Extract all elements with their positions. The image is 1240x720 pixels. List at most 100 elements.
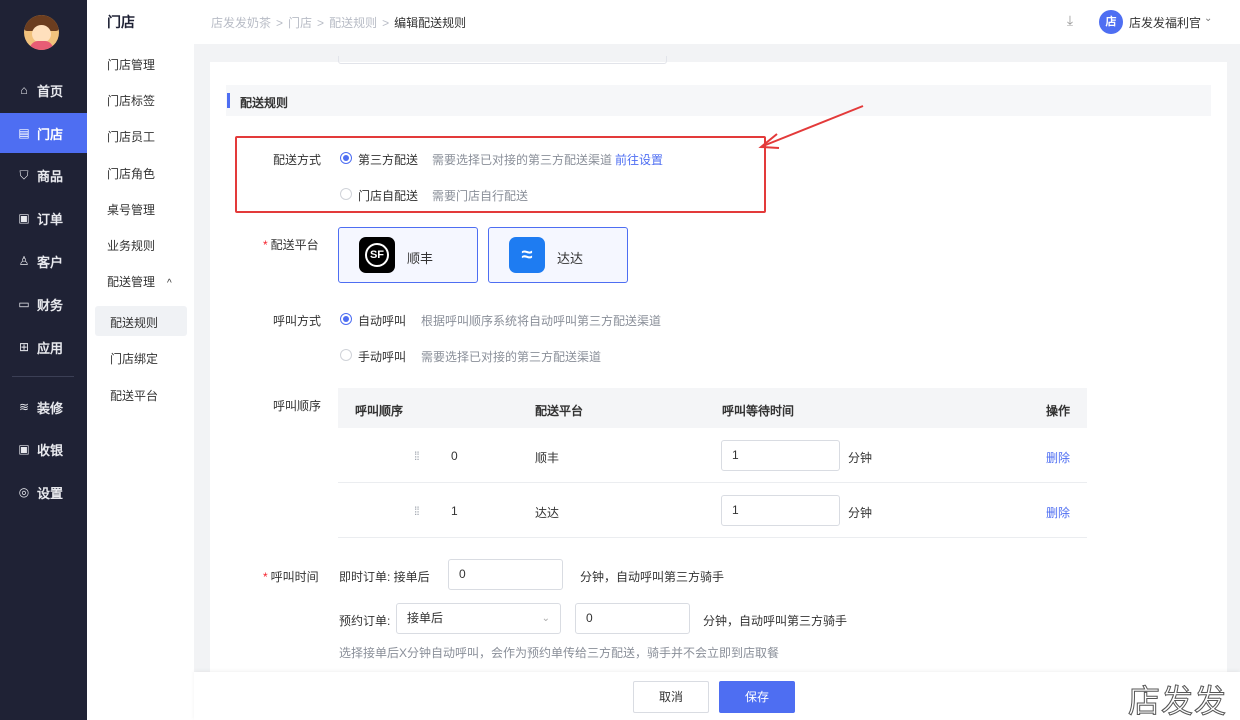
annotation-arrow (758, 105, 864, 149)
submenu-item-store-roles[interactable]: 门店角色 (107, 165, 155, 182)
rule-edit-card: 配送规则 配送方式 第三方配送 需要选择已对接的第三方配送渠道 前往设置 门店自配… (210, 56, 1227, 720)
submenu-item-table-numbers[interactable]: 桌号管理 (107, 201, 155, 218)
store-icon: ▤ (18, 126, 30, 140)
unit-label: 分钟 (848, 451, 873, 465)
call-order-label: 呼叫顺序 (273, 399, 322, 413)
unit-label: 分钟 (848, 506, 873, 520)
form-footer: 取消 保存 (194, 672, 1240, 720)
breadcrumb-item[interactable]: 门店 (288, 16, 312, 30)
user-avatar[interactable]: 店 (1099, 10, 1123, 34)
dada-logo-icon: ≈ (509, 237, 545, 273)
row-order: 1 (451, 504, 458, 518)
col-platform: 配送平台 (535, 404, 584, 418)
radio-manual-call[interactable] (340, 349, 352, 361)
instant-minutes-input[interactable]: 0 (448, 559, 563, 590)
bag-icon: ⛉ (19, 167, 29, 182)
download-icon[interactable]: ⤓ (1061, 12, 1079, 30)
order-icon: ▣ (18, 211, 30, 225)
submenu-item-store-binding[interactable]: 门店绑定 (110, 350, 158, 367)
platform-card-sf[interactable]: SF 顺丰 (338, 227, 478, 283)
cashier-icon: ▣ (18, 442, 30, 456)
section-title: 配送规则 (240, 96, 289, 110)
submenu-item-business-rules[interactable]: 业务规则 (107, 237, 155, 254)
store-submenu: 门店 门店管理 门店标签 门店员工 门店角色 桌号管理 业务规则 配送管理 ^ 配… (87, 0, 194, 720)
sidebar-item-store[interactable]: ▤ 门店 (0, 113, 87, 153)
sidebar-item-settings[interactable]: ◎ 设置 (0, 472, 87, 512)
chevron-down-icon: ⌄ (541, 613, 550, 624)
radio-auto-call-label[interactable]: 自动呼叫 (358, 312, 406, 329)
reserve-order-prefix: 预约订单: (339, 614, 391, 628)
submenu-title: 门店 (107, 14, 135, 30)
cancel-button[interactable]: 取消 (633, 681, 709, 713)
breadcrumb-item[interactable]: 店发发奶茶 (211, 16, 271, 30)
reserve-mode-select[interactable]: 接单后 ⌄ (396, 603, 561, 634)
platform-name-dada: 达达 (557, 251, 584, 266)
delete-button[interactable]: 删除 (1046, 504, 1070, 521)
auto-call-hint: 根据呼叫顺序系统将自动呼叫第三方配送渠道 (421, 314, 662, 328)
table-header: 呼叫顺序 配送平台 呼叫等待时间 操作 (338, 388, 1087, 428)
main-sidebar: ⌂ 首页 ▤ 门店 ⛉ 商品 ▣ 订单 ♙ 客户 ▭ 财务 ⊞ 应用 ≋ 装修 … (0, 0, 87, 720)
col-action: 操作 (1046, 404, 1071, 418)
submenu-group-delivery[interactable]: 配送管理 ^ (107, 273, 172, 290)
sidebar-divider (12, 376, 74, 377)
sf-logo-icon: SF (359, 237, 395, 273)
sidebar-item-decoration[interactable]: ≋ 装修 (0, 387, 87, 427)
sidebar-item-finance[interactable]: ▭ 财务 (0, 284, 87, 324)
manual-call-hint: 需要选择已对接的第三方配送渠道 (421, 350, 602, 364)
apps-icon: ⊞ (18, 340, 30, 354)
breadcrumb: 店发发奶茶 > 门店 > 配送规则 > 编辑配送规则 (211, 16, 467, 30)
sidebar-item-orders[interactable]: ▣ 订单 (0, 198, 87, 238)
reserve-minutes-input[interactable]: 0 (575, 603, 690, 634)
submenu-item-store-tags[interactable]: 门店标签 (107, 92, 155, 109)
sidebar-item-goods[interactable]: ⛉ 商品 (0, 155, 87, 195)
top-bar: 店发发奶茶 > 门店 > 配送规则 > 编辑配送规则 ⤓ 店 店发发福利官 ⌄ (194, 0, 1240, 44)
breadcrumb-current: 编辑配送规则 (394, 16, 467, 30)
scrolled-input-edge (338, 56, 667, 64)
platform-name-sf: 顺丰 (407, 251, 434, 266)
table-row: ⁞⁞ 1 达达 1 分钟 删除 (338, 483, 1087, 538)
watermark: 店发发 (1127, 682, 1228, 720)
col-wait: 呼叫等待时间 (722, 404, 795, 418)
chevron-up-icon: ^ (167, 278, 172, 289)
avatar[interactable] (24, 15, 59, 50)
submenu-item-delivery-platform[interactable]: 配送平台 (110, 387, 158, 404)
sidebar-item-apps[interactable]: ⊞ 应用 (0, 327, 87, 367)
call-time-label: * 呼叫时间 (263, 570, 319, 584)
sidebar-item-customers[interactable]: ♙ 客户 (0, 241, 87, 281)
save-button[interactable]: 保存 (719, 681, 795, 713)
radio-manual-call-label[interactable]: 手动呼叫 (358, 348, 406, 365)
sidebar-item-cashier[interactable]: ▣ 收银 (0, 429, 87, 469)
call-time-note: 选择接单后X分钟自动呼叫，会作为预约单传给三方配送，骑手并不会立即到店取餐 (339, 646, 780, 660)
radio-auto-call[interactable] (340, 313, 352, 325)
user-name[interactable]: 店发发福利官 (1129, 14, 1201, 31)
wallet-icon: ▭ (18, 297, 30, 311)
sidebar-item-home[interactable]: ⌂ 首页 (0, 70, 87, 110)
section-accent-bar (227, 93, 230, 108)
reserve-order-suffix: 分钟，自动呼叫第三方骑手 (703, 614, 848, 628)
layers-icon: ≋ (18, 400, 30, 414)
section-header: 配送规则 (226, 85, 1211, 116)
home-icon: ⌂ (20, 83, 28, 97)
drag-handle-icon[interactable]: ⁞⁞ (414, 504, 420, 518)
annotation-highlight-box (235, 136, 766, 213)
col-order: 呼叫顺序 (355, 404, 404, 418)
breadcrumb-item[interactable]: 配送规则 (329, 16, 377, 30)
platform-card-dada[interactable]: ≈ 达达 (488, 227, 628, 283)
drag-handle-icon[interactable]: ⁞⁞ (414, 449, 420, 463)
platform-label: * 配送平台 (263, 238, 319, 252)
user-icon: ♙ (18, 254, 30, 268)
instant-order-prefix: 即时订单: 接单后 (339, 570, 430, 584)
wait-time-input[interactable]: 1 (721, 495, 840, 526)
row-platform: 达达 (535, 506, 560, 520)
table-row: ⁞⁞ 0 顺丰 1 分钟 删除 (338, 428, 1087, 483)
submenu-item-store-staff[interactable]: 门店员工 (107, 128, 155, 145)
wait-time-input[interactable]: 1 (721, 440, 840, 471)
chevron-down-icon[interactable]: ⌄ (1204, 13, 1212, 24)
delete-button[interactable]: 删除 (1046, 449, 1070, 466)
row-platform: 顺丰 (535, 451, 560, 465)
instant-order-suffix: 分钟，自动呼叫第三方骑手 (580, 570, 725, 584)
call-method-label: 呼叫方式 (273, 314, 322, 328)
submenu-item-delivery-rules[interactable]: 配送规则 (110, 314, 158, 331)
settings-icon: ◎ (18, 485, 30, 499)
submenu-item-store-manage[interactable]: 门店管理 (107, 56, 155, 73)
